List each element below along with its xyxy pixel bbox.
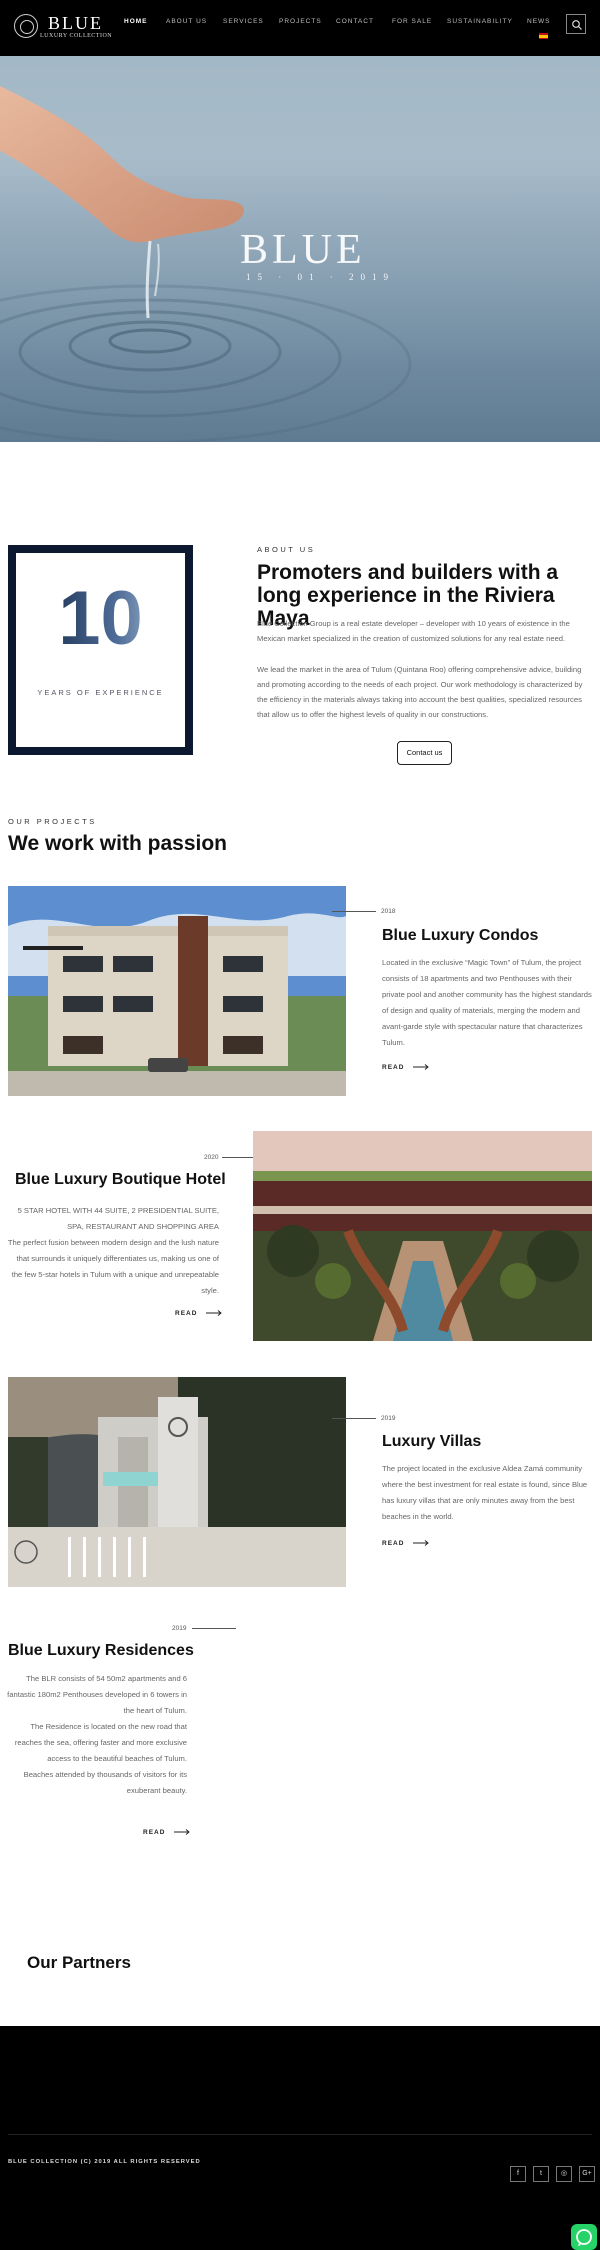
nav-news[interactable]: NEWS xyxy=(527,18,551,25)
year-line xyxy=(332,911,376,912)
project-description: Located in the exclusive “Magic Town” of… xyxy=(382,958,592,1047)
partners-title: Our Partners xyxy=(27,1953,131,1972)
logo-title: BLUE xyxy=(48,13,103,33)
project-year: 2020 xyxy=(204,1154,219,1161)
project-title[interactable]: Blue Luxury Condos xyxy=(382,927,538,945)
read-label: READ xyxy=(143,1829,166,1836)
arrow-right-icon xyxy=(174,1829,191,1836)
read-label: READ xyxy=(175,1310,198,1317)
nav-services[interactable]: SERVICES xyxy=(223,18,264,25)
whatsapp-icon xyxy=(576,2229,592,2246)
years-number: 10 xyxy=(16,575,185,662)
contact-us-button[interactable]: Contact us xyxy=(397,741,452,765)
year-line xyxy=(332,1418,376,1419)
logo-subtitle: LUXURY COLLECTION xyxy=(40,33,113,39)
project-description: 5 STAR HOTEL WITH 44 SUITE, 2 PRESIDENTI… xyxy=(7,1206,219,1295)
logo-emblem-icon xyxy=(14,14,38,38)
project-description: The BLR consists of 54 50m2 apartments a… xyxy=(7,1674,187,1795)
project-image-hotel[interactable] xyxy=(253,1131,592,1341)
nav-projects[interactable]: PROJECTS xyxy=(279,18,322,25)
instagram-icon[interactable]: ◎ xyxy=(556,2166,572,2182)
facebook-icon[interactable]: f xyxy=(510,2166,526,2182)
nav-contact[interactable]: CONTACT xyxy=(336,18,374,25)
arrow-right-icon xyxy=(413,1064,430,1071)
project-title[interactable]: Blue Luxury Residences xyxy=(8,1642,194,1660)
footer-divider xyxy=(8,2134,592,2135)
arrow-right-icon xyxy=(413,1540,430,1547)
nav-home[interactable]: HOME xyxy=(124,18,148,25)
copyright-text: BLUE COLLECTION (C) 2019 ALL RIGHTS RESE… xyxy=(8,2159,201,2165)
about-tag: ABOUT US xyxy=(257,545,316,554)
project-year: 2018 xyxy=(381,908,396,915)
search-icon xyxy=(572,20,582,30)
hotel-render-image xyxy=(253,1131,592,1341)
nav-for-sale[interactable]: FOR SALE xyxy=(392,18,432,25)
hero-subtitle: 15 · 01 · 2019 xyxy=(246,272,395,282)
read-label: READ xyxy=(382,1064,405,1071)
site-footer: BLUE COLLECTION (C) 2019 ALL RIGHTS RESE… xyxy=(0,2026,600,2250)
years-label: YEARS OF EXPERIENCE xyxy=(37,688,164,697)
project-description: The project located in the exclusive Ald… xyxy=(382,1464,588,1521)
read-more-link[interactable]: READ xyxy=(382,1064,430,1071)
nav-about-us[interactable]: ABOUT US xyxy=(166,18,207,25)
project-image-condos[interactable] xyxy=(8,886,346,1096)
project-title[interactable]: Blue Luxury Boutique Hotel xyxy=(15,1171,226,1189)
google-plus-icon[interactable]: G+ xyxy=(579,2166,595,2182)
projects-title: We work with passion xyxy=(8,832,227,855)
logo[interactable]: BLUE LUXURY COLLECTION xyxy=(14,14,124,42)
years-experience-box: 10 YEARS OF EXPERIENCE xyxy=(8,545,193,755)
read-more-link[interactable]: READ xyxy=(382,1540,430,1547)
twitter-icon[interactable]: t xyxy=(533,2166,549,2182)
read-label: READ xyxy=(382,1540,405,1547)
nav-sustainability[interactable]: SUSTAINABILITY xyxy=(447,18,513,25)
about-paragraph-2: We lead the market in the area of Tulum … xyxy=(257,665,583,719)
arrow-right-icon xyxy=(206,1310,223,1317)
whatsapp-button[interactable] xyxy=(571,2224,597,2250)
read-more-link[interactable]: READ xyxy=(143,1829,191,1836)
project-title[interactable]: Luxury Villas xyxy=(382,1433,481,1451)
villas-render-image xyxy=(8,1377,346,1587)
project-year: 2019 xyxy=(172,1625,187,1632)
projects-tag: OUR PROJECTS xyxy=(8,817,97,826)
about-paragraph-1: Blue Collection Group is a real estate d… xyxy=(257,619,570,643)
condos-building-image xyxy=(8,886,346,1096)
hero-title: BLUE xyxy=(240,227,366,273)
year-line xyxy=(192,1628,236,1629)
search-button[interactable] xyxy=(566,14,586,34)
project-image-villas[interactable] xyxy=(8,1377,346,1587)
hero-banner: BLUE 15 · 01 · 2019 xyxy=(0,56,600,442)
project-year: 2019 xyxy=(381,1415,396,1422)
read-more-link[interactable]: READ xyxy=(175,1310,223,1317)
site-header: BLUE LUXURY COLLECTION HOME ABOUT US SER… xyxy=(0,0,600,56)
spain-flag-icon[interactable] xyxy=(539,33,548,39)
